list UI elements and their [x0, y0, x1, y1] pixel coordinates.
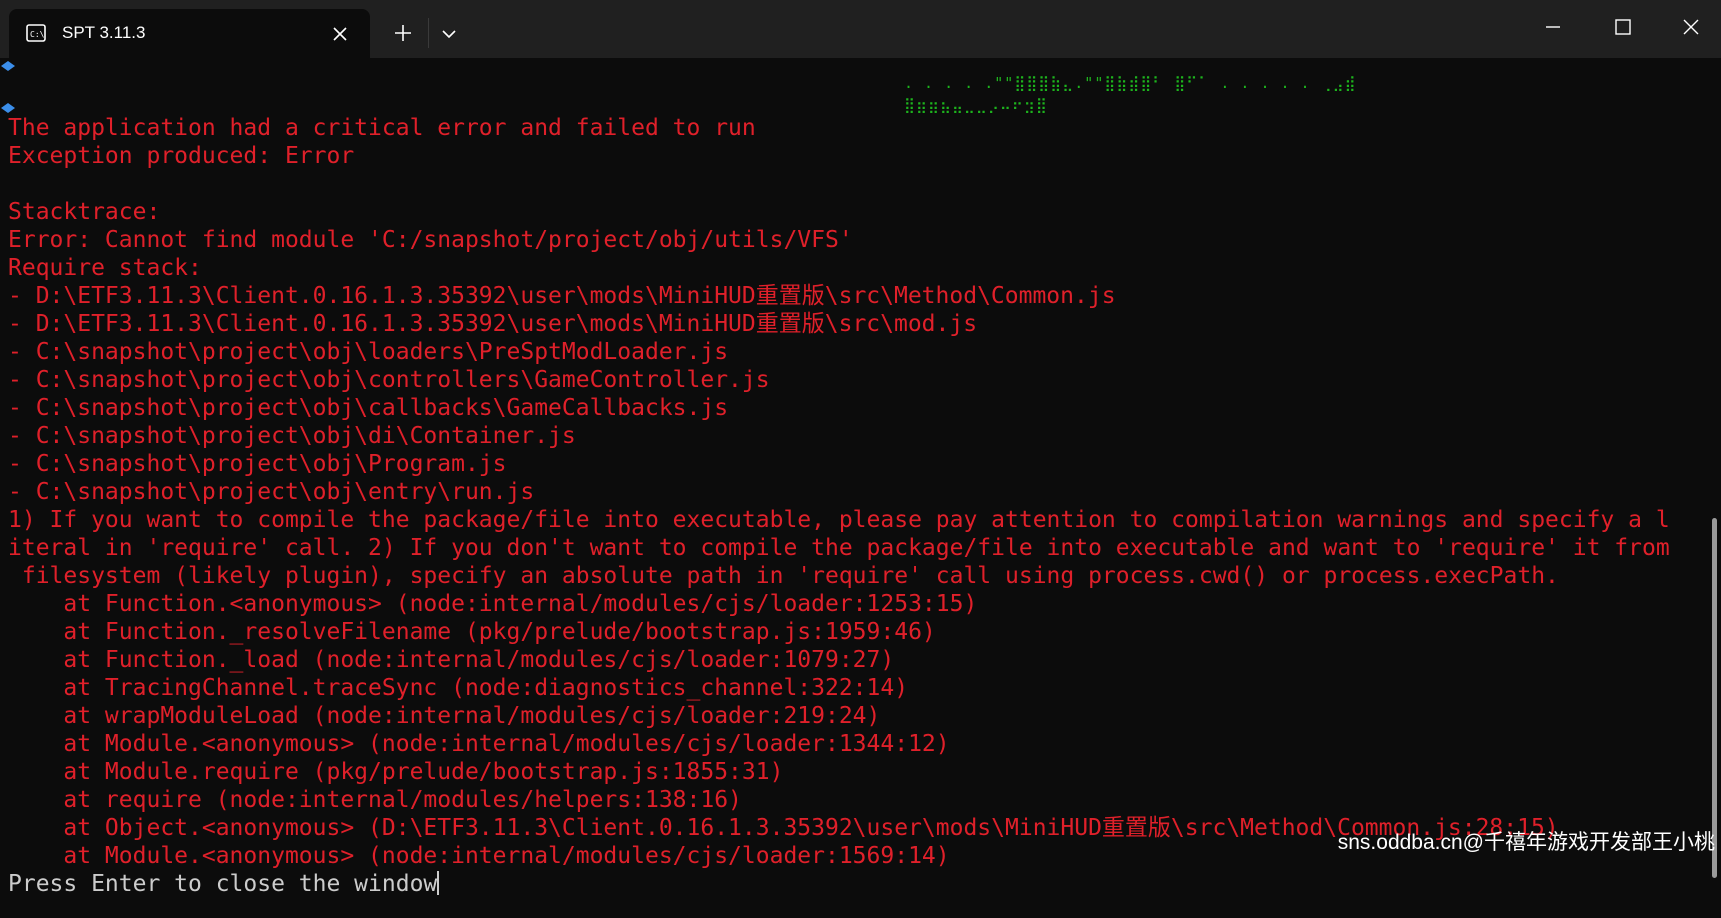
console-line: at Module.<anonymous> (node:internal/mod…: [8, 731, 950, 757]
console-line: - D:\ETF3.11.3\Client.0.16.1.3.35392\use…: [8, 283, 1116, 309]
tab-spt[interactable]: C:\ SPT 3.11.3: [9, 9, 370, 58]
console-line: - C:\snapshot\project\obj\entry\run.js: [8, 479, 535, 505]
close-window-icon[interactable]: [1678, 14, 1704, 40]
blue-diamond-icon: [0, 99, 16, 113]
close-tab-icon[interactable]: [329, 23, 351, 45]
console-line: at wrapModuleLoad (node:internal/modules…: [8, 703, 881, 729]
chevron-down-icon[interactable]: [437, 22, 461, 46]
console-line: at require (node:internal/modules/helper…: [8, 787, 742, 813]
console-line: Exception produced: Error: [8, 143, 355, 169]
console-line: - C:\snapshot\project\obj\di\Container.j…: [8, 423, 576, 449]
console-output[interactable]: . . . . .""⣿⣿⣿⣷⣄.""⣿⣷⣾⣿⠃ ⣿⠋⠁ . . . . . ⢀…: [0, 58, 1721, 918]
svg-text:C:\: C:\: [30, 30, 45, 39]
prompt-text: Press Enter to close the window: [8, 871, 438, 897]
ascii-art-line: ⣿⣶⣶⣦⣤⣀⣀⡠⠤⠖⣲⣿: [904, 96, 1048, 114]
console-line: Require stack:: [8, 255, 202, 281]
terminal-window: C:\ SPT 3.11.3 . . . . .""⣿⣿⣿⣷⣄.""⣿⣷⣾⣿⠃ …: [0, 0, 1721, 918]
console-line: at Object.<anonymous> (D:\ETF3.11.3\Clie…: [8, 815, 1559, 841]
text-cursor: [437, 871, 440, 895]
minimize-icon[interactable]: [1540, 14, 1566, 40]
console-line: - C:\snapshot\project\obj\callbacks\Game…: [8, 395, 729, 421]
console-line: at Module.<anonymous> (node:internal/mod…: [8, 843, 950, 869]
console-line: at Function._load (node:internal/modules…: [8, 647, 895, 673]
console-line: Error: Cannot find module 'C:/snapshot/p…: [8, 227, 853, 253]
console-line: at Function.<anonymous> (node:internal/m…: [8, 591, 978, 617]
console-line: at Module.require (pkg/prelude/bootstrap…: [8, 759, 784, 785]
console-line: The application had a critical error and…: [8, 115, 756, 141]
tab-title: SPT 3.11.3: [62, 23, 146, 42]
console-line: - C:\snapshot\project\obj\loaders\PreSpt…: [8, 339, 729, 365]
console-line: at Function._resolveFilename (pkg/prelud…: [8, 619, 936, 645]
blue-diamond-icon: [0, 58, 16, 71]
console-line: filesystem (likely plugin), specify an a…: [8, 563, 1559, 589]
console-line: Stacktrace:: [8, 199, 161, 225]
terminal-icon: C:\: [26, 24, 46, 42]
ascii-art-line: . . . . .""⣿⣿⣿⣷⣄.""⣿⣷⣾⣿⠃ ⣿⠋⠁ . . . . . ⢀…: [904, 74, 1357, 92]
maximize-icon[interactable]: [1610, 14, 1636, 40]
new-tab-plus-icon[interactable]: [390, 20, 416, 46]
tab-divider: [428, 18, 429, 48]
console-line: - C:\snapshot\project\obj\Program.js: [8, 451, 507, 477]
watermark: sns.oddba.cn@千禧年游戏开发部王小桃: [1337, 831, 1715, 854]
prompt-line[interactable]: Press Enter to close the window: [8, 870, 440, 898]
console-line: iteral in 'require' call. 2) If you don'…: [8, 535, 1670, 561]
console-line: - C:\snapshot\project\obj\controllers\Ga…: [8, 367, 770, 393]
title-bar: C:\ SPT 3.11.3: [0, 0, 1721, 58]
scrollbar-thumb[interactable]: [1712, 518, 1717, 878]
console-line: 1) If you want to compile the package/fi…: [8, 507, 1670, 533]
console-line: - D:\ETF3.11.3\Client.0.16.1.3.35392\use…: [8, 311, 978, 337]
console-line: at TracingChannel.traceSync (node:diagno…: [8, 675, 909, 701]
